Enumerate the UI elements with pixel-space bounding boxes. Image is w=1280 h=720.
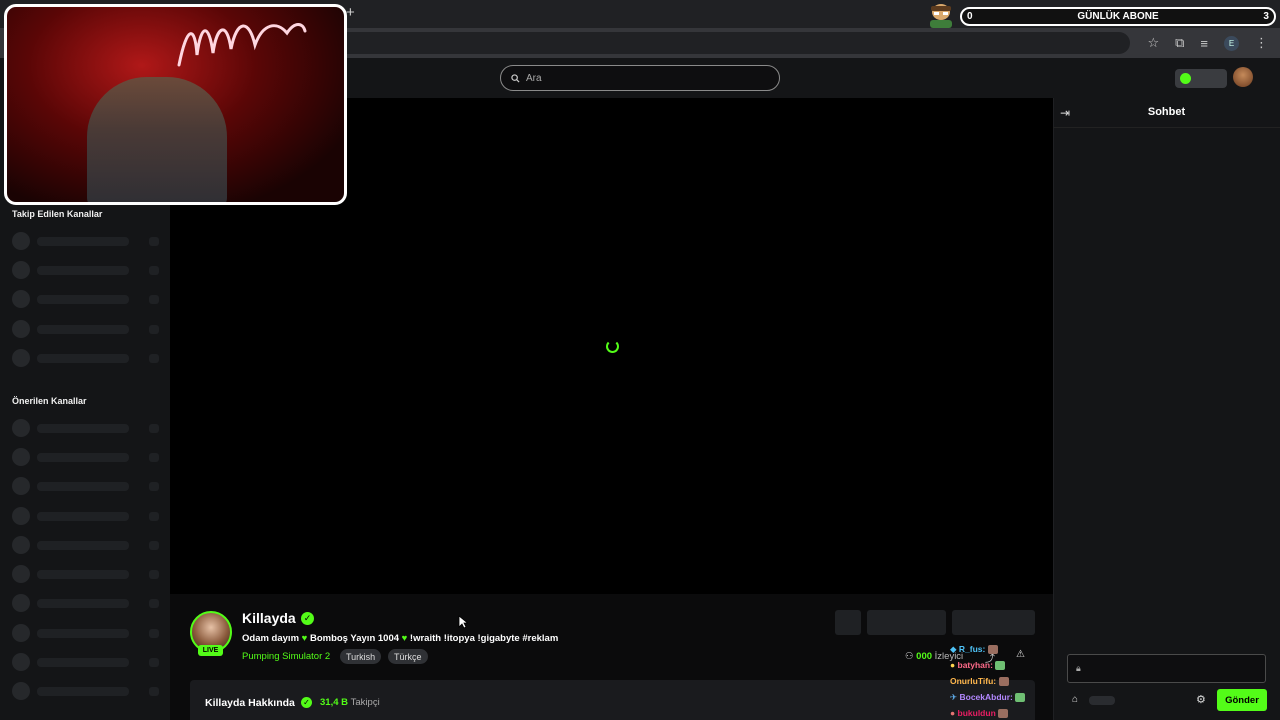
sidebar-skeleton-item <box>12 448 162 466</box>
sidebar-skeleton-item <box>12 653 162 671</box>
new-tab-button[interactable]: + <box>346 4 355 21</box>
chat-message-input[interactable] <box>1067 654 1266 683</box>
search-box[interactable]: Ara <box>500 65 780 91</box>
sidebar-skeleton-item <box>12 624 162 642</box>
chat-badge-icon: ✈ <box>950 692 958 702</box>
about-panel <box>190 680 1035 720</box>
overlay-chat-username: BocekAbdur: <box>959 692 1013 702</box>
send-button[interactable]: Gönder <box>1217 689 1267 711</box>
stream-category-link[interactable]: Pumping Simulator 2 <box>242 651 330 662</box>
sidebar-skeleton-item <box>12 477 162 495</box>
lock-icon: 🔒︎ <box>1076 663 1081 673</box>
media-control-icon[interactable]: ≡ <box>1200 36 1208 51</box>
stream-title-part: Bomboş Yayın 1004 <box>307 633 402 644</box>
live-badge: LIVE <box>198 645 223 656</box>
emote-icon <box>995 661 1006 671</box>
screen: + — ▢ ✕ ☆ ⧉ ≡ E ⋮ 0 GÜNLÜK ABONE 3 <box>0 0 1280 720</box>
overlay-chat-username: OnurluTifu: <box>950 676 997 686</box>
overlay-chat-line: OnurluTifu: <box>950 673 1040 689</box>
streamer-webcam-figure <box>87 77 227 202</box>
verified-check-icon: ✓ <box>301 612 314 625</box>
overlay-chat-username: R_fus: <box>958 644 986 654</box>
sidebar-skeleton-item <box>12 594 162 612</box>
stream-chat-overlay: ◆ R_fus: ● batyhan: OnurluTifu: ✈ BocekA… <box>950 641 1040 720</box>
viewers-icon: ⚇ <box>905 651 917 662</box>
extensions-icon[interactable]: ⧉ <box>1175 35 1184 51</box>
search-input[interactable]: Ara <box>526 73 542 84</box>
emote-icon <box>998 709 1009 719</box>
search-icon <box>511 73 520 83</box>
chat-panel <box>1053 98 1280 720</box>
follower-count-label: Takipçi <box>350 697 380 708</box>
verified-check-icon: ✓ <box>301 697 312 708</box>
overlay-chat-username: batyhan: <box>957 660 993 670</box>
skeleton-button <box>952 610 1035 635</box>
sidebar-skeleton-item <box>12 349 162 367</box>
webcam-overlay <box>4 4 347 205</box>
emote-icon <box>998 677 1009 687</box>
stream-title-part: !wraith !itopya !gigabyte #reklam <box>407 633 559 644</box>
sidebar-skeleton-item <box>12 290 162 308</box>
skeleton-label <box>1089 696 1115 705</box>
overlay-chat-line: ● bukuldun <box>950 705 1040 720</box>
sidebar-skeleton-item <box>12 682 162 700</box>
sidebar-skeleton-item <box>12 261 162 279</box>
overlay-chat-line: ◆ R_fus: <box>950 641 1040 657</box>
emote-icon <box>987 645 998 655</box>
sidebar-skeleton-item <box>12 419 162 437</box>
neon-sign-icon <box>177 23 307 67</box>
bookmark-star-icon[interactable]: ☆ <box>1147 35 1159 51</box>
mascot-icon <box>930 4 952 28</box>
sidebar-skeleton-item <box>12 320 162 338</box>
chat-header-divider <box>1053 127 1280 128</box>
sidebar-skeleton-item <box>12 507 162 525</box>
stream-title: Odam dayım ♥ Bomboş Yayın 1004 ♥ !wraith… <box>242 633 558 644</box>
gear-icon[interactable]: ⚙ <box>1196 693 1206 706</box>
sub-count-current: 0 <box>967 11 973 22</box>
daily-subscriber-bar: 0 GÜNLÜK ABONE 3 <box>960 7 1276 26</box>
follower-count-value: 31,4 B <box>320 697 348 708</box>
stream-tag[interactable]: Turkish <box>340 649 382 664</box>
user-avatar[interactable] <box>1233 67 1253 87</box>
recommended-channels-title: Önerilen Kanallar <box>12 396 87 406</box>
follower-count: 31,4 B Takipçi <box>320 697 380 708</box>
kick-points-button[interactable] <box>1175 69 1227 88</box>
chat-badge-icon: ● <box>950 708 956 718</box>
overlay-chat-username: bukuldun <box>957 708 996 718</box>
sidebar-skeleton-item <box>12 232 162 250</box>
loading-spinner-icon <box>606 340 619 353</box>
about-title: Killayda Hakkında <box>205 697 295 709</box>
overlay-chat-line: ● batyhan: <box>950 657 1040 673</box>
followed-channels-title: Takip Edilen Kanallar <box>12 209 103 219</box>
kick-logo-icon <box>1180 73 1191 84</box>
streamer-name[interactable]: Killayda <box>242 610 296 626</box>
url-field[interactable] <box>290 32 1130 54</box>
sidebar-skeleton-item <box>12 565 162 583</box>
mouse-cursor-icon <box>458 615 468 629</box>
chat-badge-icon: ◆ <box>950 644 957 654</box>
collapse-chat-icon[interactable]: ⇥ <box>1060 106 1070 120</box>
chat-badge-icon: ● <box>950 660 956 670</box>
browser-toolbar-icons: ☆ ⧉ ≡ E ⋮ <box>1147 35 1268 51</box>
stream-tag[interactable]: Türkçe <box>388 649 428 664</box>
browser-menu-icon[interactable]: ⋮ <box>1255 35 1268 51</box>
browser-profile-icon[interactable]: E <box>1224 35 1239 51</box>
emote-icon <box>1015 693 1026 703</box>
store-icon[interactable]: ⌂ <box>1072 694 1078 705</box>
skeleton-button <box>867 610 946 635</box>
sidebar-skeleton-item <box>12 536 162 554</box>
chat-title: Sohbet <box>1147 106 1186 118</box>
skeleton-button <box>835 610 861 635</box>
stream-title-part: Odam dayım <box>242 633 302 644</box>
overlay-chat-line: ✈ BocekAbdur: <box>950 689 1040 705</box>
sub-bar-label: GÜNLÜK ABONE <box>1077 11 1159 22</box>
sub-count-goal: 3 <box>1263 11 1269 22</box>
viewer-count-value: 000 <box>916 651 933 662</box>
